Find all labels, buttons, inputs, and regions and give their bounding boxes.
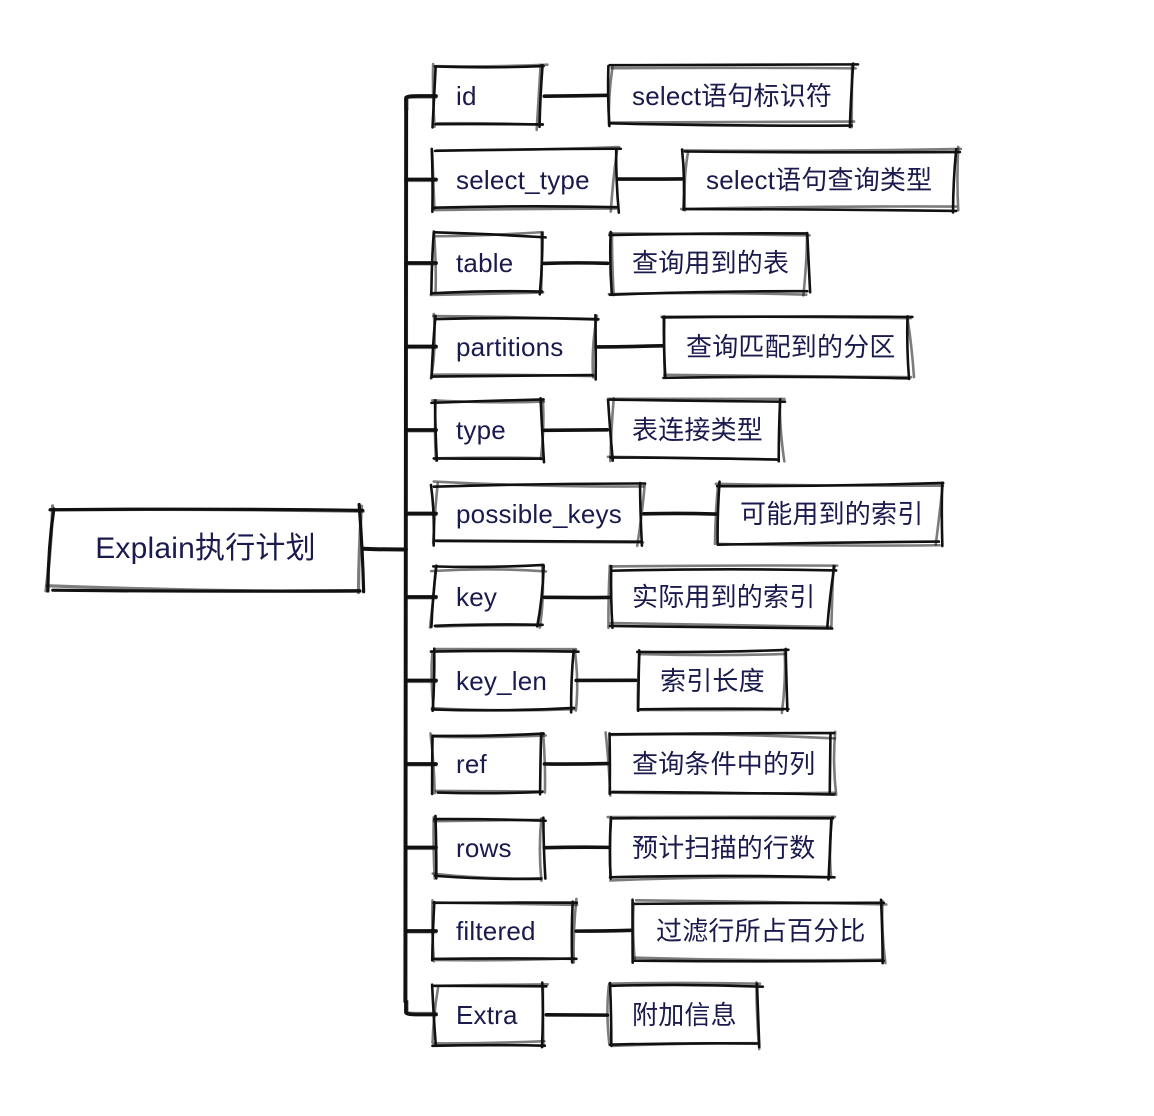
mindmap-canvas: Explain执行计划 id select_type table partiti… [0, 0, 1154, 1116]
desc-node-select_type: select语句查询类型 [706, 164, 933, 195]
desc-node-id: select语句标识符 [632, 81, 833, 111]
key-node-select_type: select_type [456, 164, 590, 195]
key-node-key: key [456, 582, 498, 612]
desc-node-rows: 预计扫描的行数 [632, 832, 816, 863]
desc-node-partitions: 查询匹配到的分区 [686, 331, 896, 362]
desc-node-possible_keys: 可能用到的索引 [740, 498, 924, 529]
desc-node-Extra: 附加信息 [632, 999, 737, 1030]
desc-node-filtered: 过滤行所占百分比 [656, 916, 866, 946]
key-node-key_len: key_len [456, 665, 548, 696]
key-node-type: type [456, 415, 506, 445]
desc-node-ref: 查询条件中的列 [632, 749, 816, 779]
desc-node-key: 实际用到的索引 [632, 582, 816, 612]
key-node-Extra: Extra [456, 999, 518, 1030]
root-node-label: Explain执行计划 [95, 532, 316, 565]
desc-node-type: 表连接类型 [632, 415, 764, 445]
key-node-partitions: partitions [456, 331, 564, 362]
key-node-table: table [456, 248, 514, 278]
key-node-filtered: filtered [456, 916, 536, 946]
desc-node-table: 查询用到的表 [632, 248, 790, 278]
desc-node-key_len: 索引长度 [660, 665, 765, 696]
key-node-ref: ref [456, 749, 487, 779]
key-node-rows: rows [456, 832, 512, 863]
key-node-id: id [456, 81, 477, 111]
key-node-possible_keys: possible_keys [456, 498, 622, 529]
